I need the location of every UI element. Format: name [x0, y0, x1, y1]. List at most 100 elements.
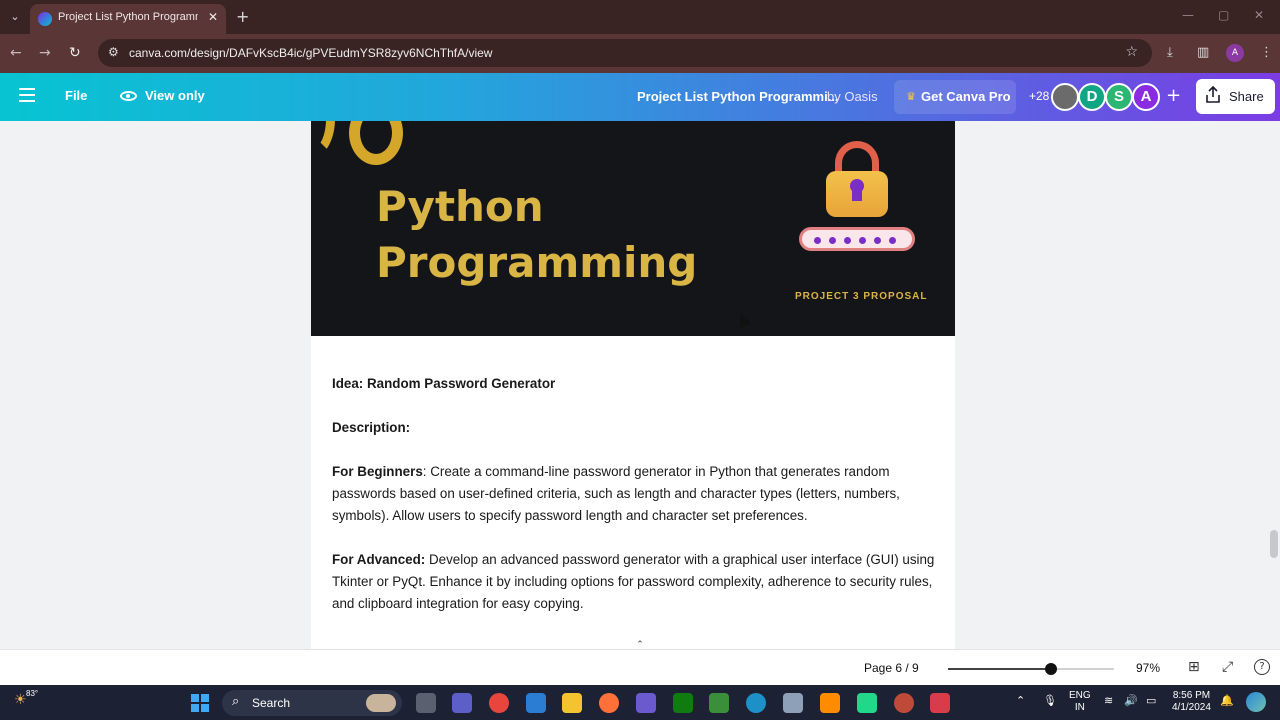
zoom-slider[interactable] [948, 663, 1114, 675]
design-canvas[interactable]: Python Programming PROJECT 3 PROPOSAL Id… [0, 121, 1280, 649]
reload-icon[interactable]: ↻ [69, 45, 81, 61]
maximize-icon[interactable]: ▢ [1218, 8, 1229, 22]
app-icon[interactable] [930, 693, 950, 713]
tab-search-icon[interactable]: ⌄ [6, 8, 24, 26]
canva-header: File View only Project List Python Progr… [0, 73, 1280, 121]
taskbar-search[interactable]: ⌕ Search [222, 690, 402, 716]
app-icon[interactable] [636, 693, 656, 713]
password-dot [859, 237, 866, 244]
avatar[interactable]: A [1132, 83, 1160, 111]
browser-tab-bar: ⌄ Project List Python Programmi ✕ + — ▢ … [0, 0, 1280, 34]
star-icon[interactable]: ☆ [1125, 44, 1138, 60]
close-window-icon[interactable]: ✕ [1254, 8, 1264, 22]
document-title[interactable]: Project List Python Programmi... [637, 89, 839, 104]
app-icon[interactable] [783, 693, 803, 713]
address-bar[interactable]: ⚙ canva.com/design/DAFvKscB4ic/gPVEudmYS… [98, 39, 1152, 67]
file-menu-button[interactable]: File [65, 88, 87, 103]
help-icon[interactable]: ? [1254, 659, 1270, 675]
chrome-icon[interactable] [489, 693, 509, 713]
document-author: by Oasis [827, 89, 878, 104]
get-canva-pro-label: Get Canva Pro [921, 89, 1011, 104]
browser-tab-active[interactable]: Project List Python Programmi ✕ [30, 4, 226, 34]
forward-icon[interactable]: → [39, 45, 51, 61]
copilot-icon[interactable] [1246, 692, 1266, 712]
vertical-scrollbar[interactable] [1270, 530, 1278, 558]
app-icon[interactable] [820, 693, 840, 713]
file-explorer-icon[interactable] [562, 693, 582, 713]
tab-close-icon[interactable]: ✕ [208, 10, 218, 24]
pycharm-icon[interactable] [857, 693, 877, 713]
keyhole-stem [852, 187, 862, 201]
zoom-value[interactable]: 97% [1136, 661, 1160, 675]
chrome-profile-icon[interactable] [894, 693, 914, 713]
get-canva-pro-button[interactable]: ♛ Get Canva Pro [894, 80, 1016, 114]
search-highlight-icon [366, 694, 396, 712]
windows-start-icon[interactable] [191, 694, 209, 712]
banner-title: Python Programming [376, 179, 697, 291]
beginners-label: For Beginners [332, 464, 423, 479]
collaborator-count[interactable]: +28 [1029, 89, 1049, 103]
password-field-icon [799, 227, 915, 251]
page-banner: Python Programming PROJECT 3 PROPOSAL [311, 121, 955, 336]
firefox-icon[interactable] [599, 693, 619, 713]
password-dot [874, 237, 881, 244]
clock-date: 4/1/2024 [1172, 702, 1211, 713]
menu-dots-icon[interactable]: ⋮ [1260, 45, 1273, 60]
page-content: Idea: Random Password Generator Descript… [332, 373, 937, 637]
password-dot [829, 237, 836, 244]
clock-time: 8:56 PM [1172, 690, 1211, 701]
page-indicator[interactable]: Page 6 / 9 [864, 661, 919, 675]
idea-heading: Idea: Random Password Generator [332, 376, 556, 391]
language-line2: IN [1074, 702, 1085, 713]
teams-icon[interactable] [452, 693, 472, 713]
back-icon[interactable]: ← [10, 45, 22, 61]
avatar[interactable]: S [1105, 83, 1133, 111]
profile-avatar[interactable]: A [1226, 44, 1244, 62]
search-icon: ⌕ [232, 694, 240, 709]
new-tab-button[interactable]: + [236, 7, 249, 26]
add-collaborator-icon[interactable]: + [1166, 85, 1181, 106]
browser-toolbar: ← → ↻ ⚙ canva.com/design/DAFvKscB4ic/gPV… [0, 34, 1280, 73]
avatar[interactable]: D [1078, 83, 1106, 111]
view-only-label: View only [145, 88, 205, 103]
grid-view-icon[interactable]: ⊞ [1188, 659, 1200, 675]
eye-icon [120, 91, 137, 101]
notification-bell-icon[interactable]: 🔔 [1220, 694, 1234, 707]
avatar[interactable] [1051, 83, 1079, 111]
system-clock[interactable]: 8:56 PM 4/1/2024 [1172, 690, 1211, 714]
sidepanel-icon[interactable]: ▥ [1197, 45, 1209, 60]
view-only-button[interactable]: View only [120, 88, 205, 103]
language-line1: ENG [1069, 690, 1091, 701]
url-text[interactable]: canva.com/design/DAFvKscB4ic/gPVEudmYSR8… [129, 46, 492, 60]
download-icon[interactable]: ⤓ [1167, 45, 1173, 60]
fullscreen-icon[interactable]: ⤢ [1222, 659, 1233, 675]
minimize-icon[interactable]: — [1182, 8, 1194, 22]
share-icon [1206, 86, 1220, 103]
tray-overflow-icon[interactable]: ⌃ [1016, 694, 1025, 707]
weather-icon[interactable]: ☀ [14, 692, 27, 708]
zoom-slider-thumb[interactable] [1045, 663, 1057, 675]
store-icon[interactable] [526, 693, 546, 713]
hamburger-menu-icon[interactable] [19, 88, 35, 102]
battery-icon[interactable]: ▭ [1146, 694, 1156, 707]
design-page: Python Programming PROJECT 3 PROPOSAL Id… [311, 121, 955, 649]
share-button[interactable]: Share [1196, 79, 1275, 114]
excel-icon[interactable] [709, 693, 729, 713]
wifi-icon[interactable]: ≋ [1104, 694, 1113, 707]
password-dot [814, 237, 821, 244]
language-indicator[interactable]: ENG IN [1069, 690, 1091, 714]
banner-title-line2: Programming [376, 238, 698, 287]
xbox-icon[interactable] [673, 693, 693, 713]
task-view-icon[interactable] [416, 693, 436, 713]
advanced-paragraph: For Advanced: Develop an advanced passwo… [332, 549, 937, 615]
edge-icon[interactable] [746, 693, 766, 713]
volume-icon[interactable]: 🔊 [1124, 694, 1138, 707]
description-heading: Description: [332, 420, 411, 435]
site-info-icon[interactable]: ⚙ [108, 45, 119, 59]
temperature: 83° [26, 689, 39, 698]
canva-footer: Page 6 / 9 97% ⊞ ⤢ ? [0, 649, 1280, 685]
password-dot [889, 237, 896, 244]
beginners-paragraph: For Beginners: Create a command-line pas… [332, 461, 937, 527]
advanced-label: For Advanced: [332, 552, 426, 567]
microphone-icon[interactable]: 🎙 [1043, 694, 1057, 707]
